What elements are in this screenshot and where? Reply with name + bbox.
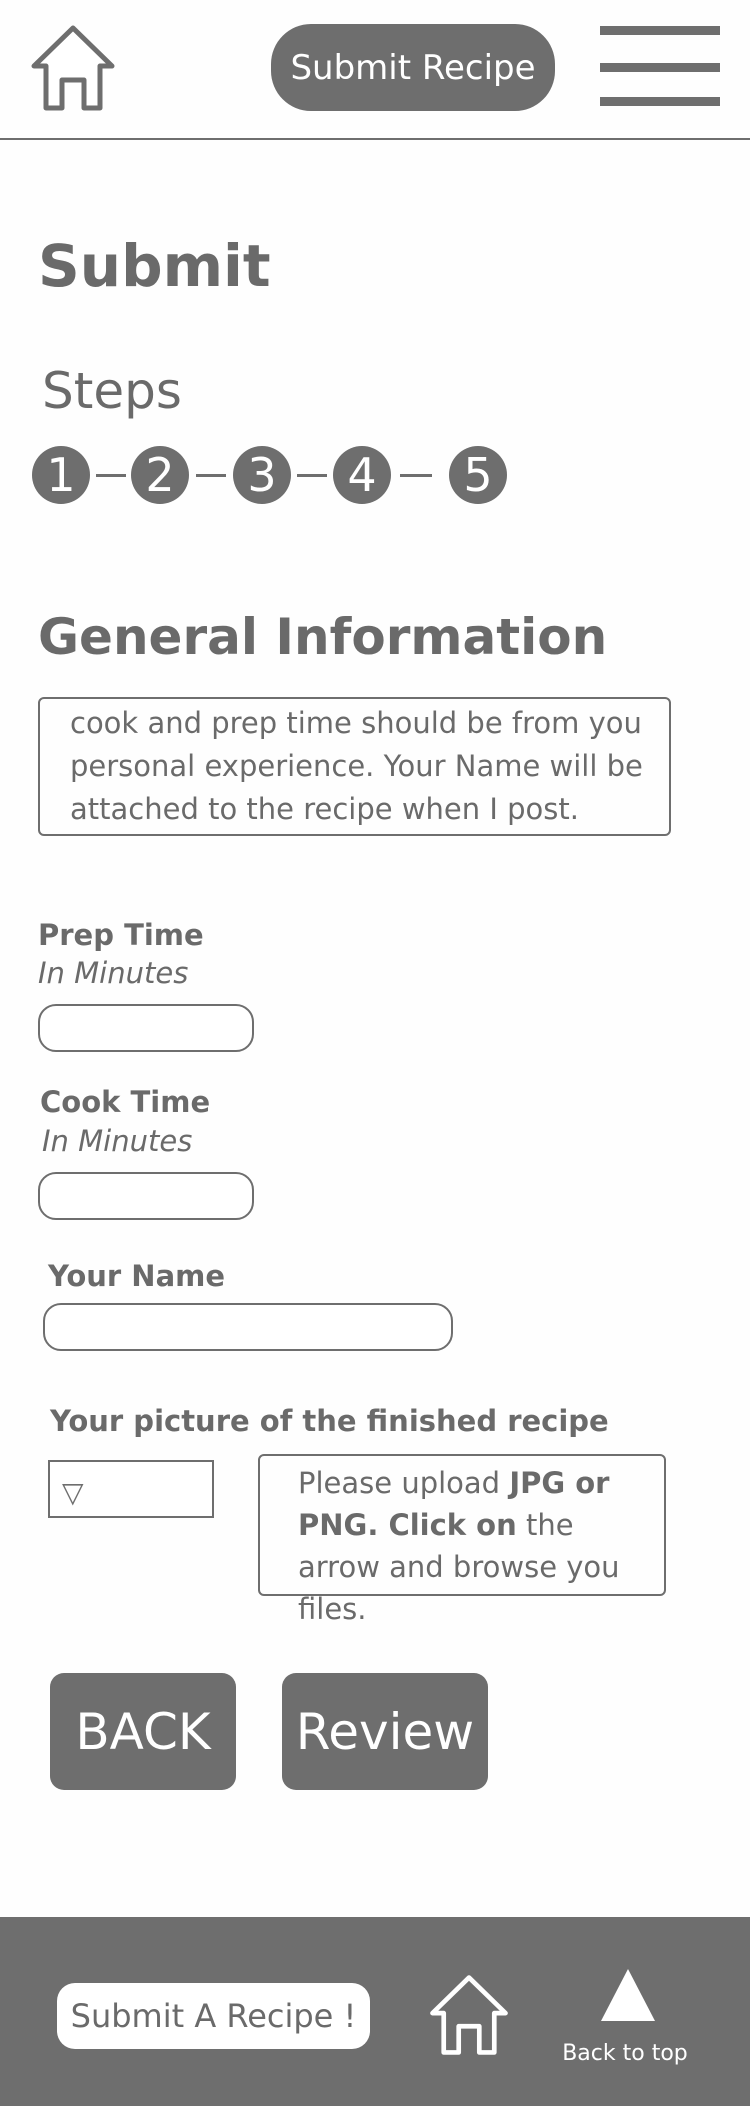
back-to-top-link[interactable]: Back to top	[560, 1969, 690, 2089]
cook-time-input[interactable]	[38, 1172, 254, 1220]
footer-submit-recipe-button[interactable]: Submit A Recipe !	[57, 1983, 370, 2049]
your-name-input[interactable]	[43, 1303, 453, 1351]
picture-label: Your picture of the finished recipe	[50, 1404, 609, 1438]
footer-home-icon[interactable]	[425, 1971, 513, 2059]
step-1-indicator[interactable]: 1	[32, 446, 90, 504]
dropdown-triangle-icon: ▽	[62, 1476, 84, 1509]
menu-bar	[600, 97, 720, 106]
step-3-indicator[interactable]: 3	[233, 446, 291, 504]
header-divider	[0, 138, 750, 140]
review-button[interactable]: Review	[282, 1673, 488, 1790]
steps-label: Steps	[42, 362, 182, 420]
prep-time-input[interactable]	[38, 1004, 254, 1052]
page-title: Submit	[38, 232, 271, 300]
back-button[interactable]: BACK	[50, 1673, 236, 1790]
upload-note-prefix: Please upload	[298, 1466, 510, 1500]
step-connector	[196, 474, 226, 477]
back-to-top-label: Back to top	[562, 2041, 688, 2066]
step-connector	[400, 474, 432, 477]
section-title: General Information	[38, 608, 608, 666]
hamburger-menu-icon[interactable]	[600, 26, 720, 108]
prep-time-label: Prep Time	[38, 918, 204, 952]
menu-bar	[600, 63, 720, 72]
submit-recipe-button[interactable]: Submit Recipe	[271, 24, 555, 111]
your-name-label: Your Name	[48, 1259, 226, 1293]
menu-bar	[600, 26, 720, 35]
step-connector	[297, 474, 327, 477]
file-select-dropdown[interactable]: ▽	[48, 1460, 214, 1518]
step-4-indicator[interactable]: 4	[333, 446, 391, 504]
up-arrow-icon	[601, 1969, 655, 2021]
home-icon[interactable]	[26, 22, 120, 114]
step-connector	[96, 474, 126, 477]
prep-time-hint: In Minutes	[38, 956, 189, 990]
step-2-indicator[interactable]: 2	[131, 446, 189, 504]
upload-instructions: Please upload JPG or PNG. Click on the a…	[258, 1454, 666, 1626]
cook-time-hint: In Minutes	[42, 1124, 193, 1158]
step-5-indicator[interactable]: 5	[449, 446, 507, 504]
cook-time-label: Cook Time	[40, 1085, 211, 1119]
info-box: cook and prep time should be from you pe…	[38, 697, 671, 836]
